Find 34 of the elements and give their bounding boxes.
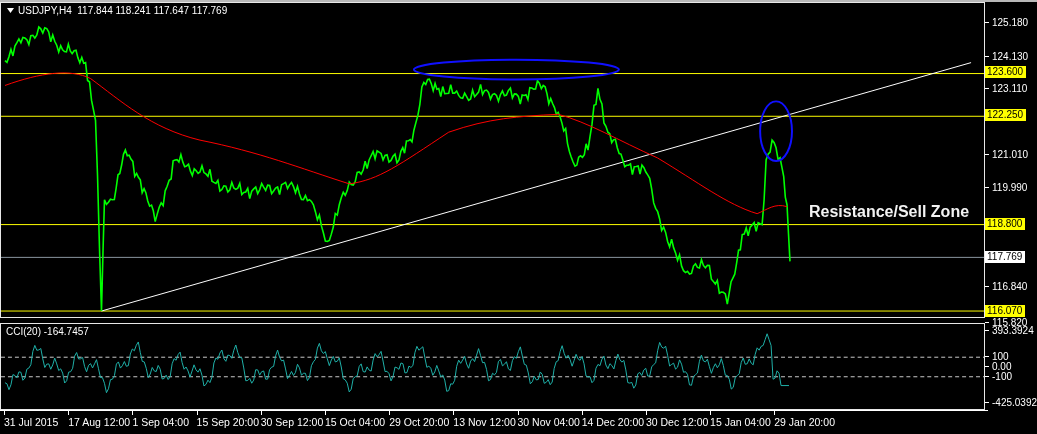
time-axis-label: 30 Sep 12:00 — [260, 411, 325, 432]
time-axis-label: 14 Dec 20:00 — [581, 411, 646, 432]
indicator-title: CCI(20) -164.7457 — [6, 326, 89, 337]
price-level-label: 116.070 — [985, 305, 1026, 317]
time-axis-label: 15 Jan 04:00 — [710, 411, 775, 432]
price-level-label: 122.250 — [985, 109, 1027, 121]
time-axis-label: 31 Jul 2015 — [4, 411, 69, 432]
indicator-tick-label: -100 — [988, 370, 1012, 383]
indicator-tick-label: -425.0392 — [988, 396, 1037, 409]
price-level-label: 118.800 — [985, 218, 1026, 230]
price-tick-label: 115.820 — [988, 316, 1028, 329]
price-tick-label: 125.180 — [988, 16, 1029, 29]
time-axis-label: 13 Nov 12:00 — [453, 411, 518, 432]
time-axis-label: 30 Dec 12:00 — [645, 411, 711, 432]
symbol-header: USDJPY,H4 117.844 118.241 117.647 117.769 — [18, 5, 228, 16]
chart-annotation: Resistance/Sell Zone — [809, 203, 970, 221]
time-axis-label: 29 Oct 20:00 — [389, 411, 454, 432]
indicator-tick-label: 0.00 — [988, 360, 1012, 373]
price-tick-label: 119.990 — [988, 181, 1028, 194]
price-level-label: 117.769 — [985, 251, 1026, 263]
time-axis-label: 15 Sep 20:00 — [196, 411, 261, 432]
highlight-ellipse — [759, 100, 793, 162]
price-level-label: 123.600 — [985, 66, 1027, 78]
price-tick-label: 121.010 — [988, 148, 1029, 161]
price-tick-label: 116.840 — [988, 280, 1028, 293]
time-axis-label: 1 Sep 04:00 — [132, 411, 197, 432]
dropdown-triangle-icon[interactable] — [7, 8, 14, 13]
price-tick-label: 123.110 — [988, 82, 1028, 95]
price-tick-label: 124.130 — [988, 50, 1029, 63]
time-axis-label: 17 Aug 12:00 — [68, 411, 133, 432]
time-axis-label: 29 Jan 20:00 — [774, 411, 839, 432]
time-axis-label: 15 Oct 04:00 — [324, 411, 390, 432]
time-axis-label: 30 Nov 04:00 — [517, 411, 582, 432]
indicator-tick-label: 100 — [988, 350, 1009, 363]
